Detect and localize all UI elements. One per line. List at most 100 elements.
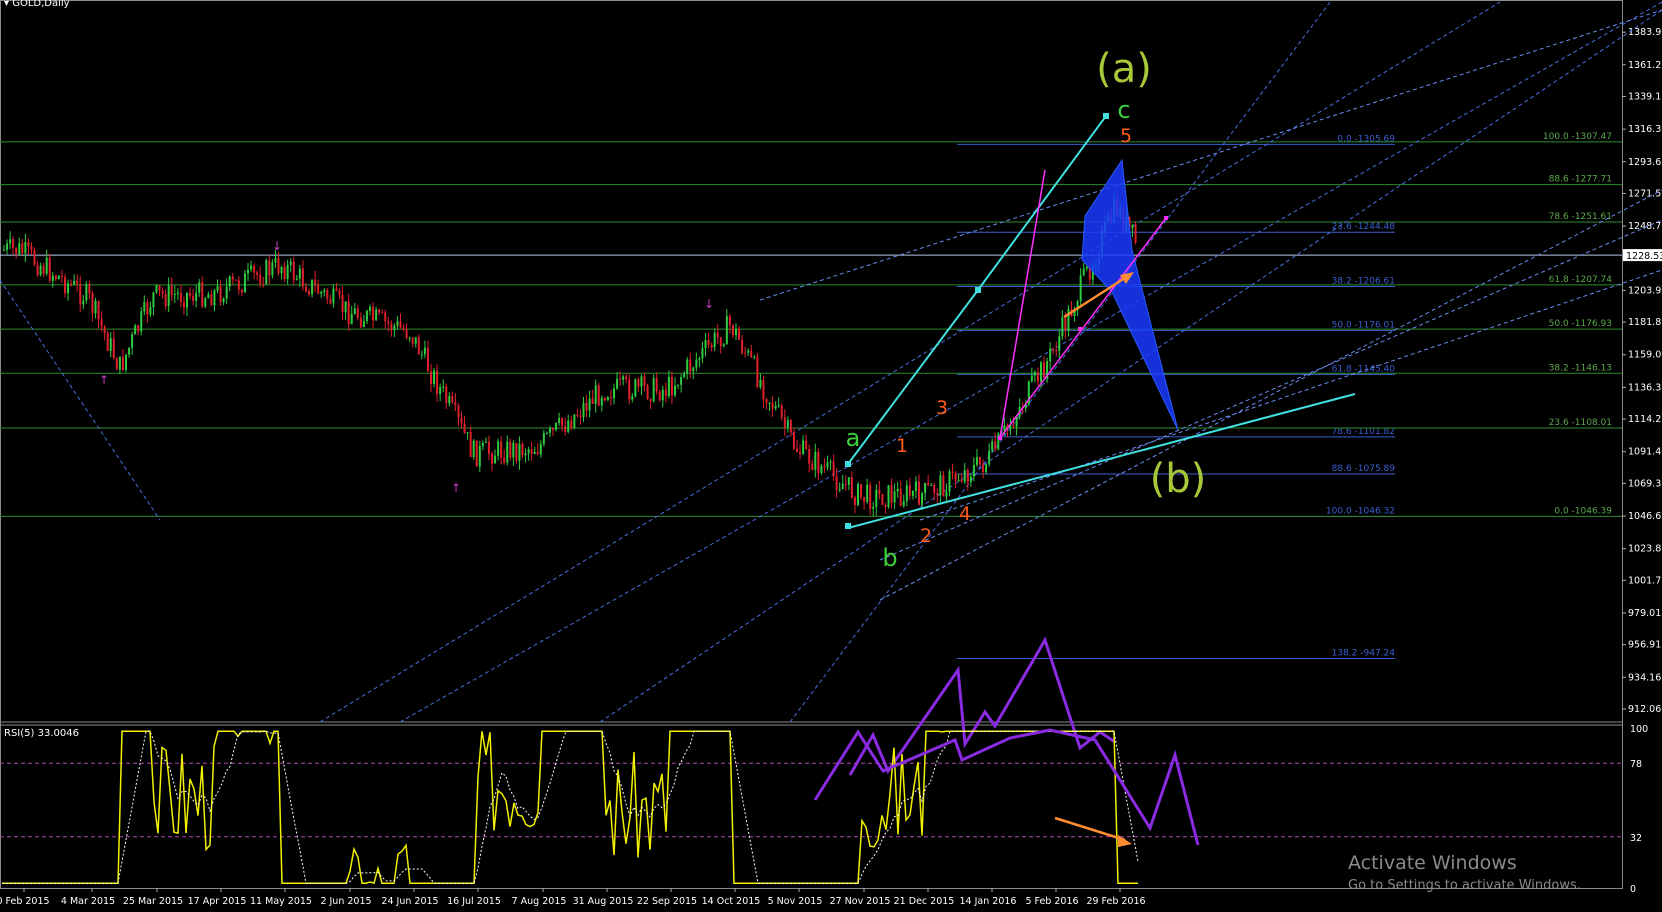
candle-body: [719, 337, 722, 347]
candle-body: [796, 448, 798, 452]
candle-body: [768, 402, 771, 404]
candle-body: [1015, 416, 1018, 427]
candle-body: [908, 485, 911, 496]
candle-body: [179, 292, 182, 303]
candle-body: [79, 283, 82, 305]
candle-body: [475, 440, 478, 467]
candle-body: [603, 397, 606, 401]
candle-body: [820, 465, 823, 474]
candle-body: [253, 265, 256, 273]
time-axis-label: 31 Aug 2015: [573, 896, 634, 907]
rsi-axis-label: 32: [1630, 833, 1642, 844]
time-axis-label: 24 Jun 2015: [381, 896, 438, 907]
price-axis-label: 912.06: [1628, 704, 1661, 715]
candle-body: [317, 284, 320, 294]
candle-body: [442, 386, 445, 388]
fractal-arrow: ↓: [704, 297, 714, 311]
candle-body: [137, 325, 140, 332]
candle-body: [509, 441, 512, 458]
candle-body: [326, 290, 329, 299]
candle-body: [619, 378, 622, 380]
candle-body: [228, 276, 231, 287]
candle-body: [170, 285, 173, 296]
candle-body: [353, 308, 356, 315]
candle-body: [692, 367, 695, 372]
candle-body: [1082, 268, 1085, 276]
price-axis-label: 1293.61: [1628, 157, 1662, 168]
candle-body: [735, 328, 737, 336]
candle-body: [271, 262, 274, 276]
candle-body: [756, 356, 759, 387]
channel-line: [879, 189, 1662, 601]
time-axis-label: 17 Apr 2015: [188, 896, 247, 907]
candle-body: [347, 301, 350, 325]
magenta-anchor: [998, 436, 1002, 440]
candle-body: [491, 453, 493, 464]
chart-svg[interactable]: 1383.96 1361.21 1339.11 1316.36 1293.61 1271.…: [0, 0, 1662, 908]
price-axis-label: 934.16: [1628, 672, 1661, 683]
chart-area[interactable]: 1383.96 1361.21 1339.11 1316.36 1293.61 1271.…: [0, 0, 1662, 908]
candle-body: [753, 356, 756, 358]
candle-body: [1064, 317, 1067, 331]
time-axis-label: 16 Jul 2015: [447, 896, 501, 907]
fractal-arrow: ↑: [451, 481, 461, 495]
candle-body: [426, 347, 429, 372]
candle-body: [613, 388, 615, 399]
candle-body: [250, 265, 253, 270]
candle-body: [979, 457, 981, 465]
candle-body: [243, 273, 246, 293]
candle-body: [341, 295, 344, 313]
candle-body: [219, 285, 222, 303]
price-axis-label: 956.91: [1628, 640, 1661, 651]
candle-body: [966, 469, 969, 482]
candle-body: [1012, 425, 1015, 427]
candle-body: [878, 489, 881, 495]
candle-body: [588, 398, 591, 411]
time-axis-label: 14 Jan 2016: [960, 896, 1017, 907]
candle-body: [985, 464, 988, 473]
candle-body: [826, 462, 829, 468]
candle-body: [677, 384, 680, 386]
candle-body: [164, 294, 167, 307]
fib-label-green: 0.0 -1046.39: [1554, 506, 1612, 516]
candle-body: [103, 326, 106, 334]
candle-body: [478, 446, 481, 467]
candle-body: [631, 396, 634, 400]
candle-body: [118, 356, 121, 370]
fib-label-green: 23.6 -1108.01: [1549, 418, 1612, 428]
candle-body: [3, 249, 5, 251]
candle-body: [533, 451, 536, 454]
candle-body: [823, 465, 826, 468]
candle-body: [106, 333, 109, 352]
price-axis-label: 1159.06: [1628, 350, 1662, 361]
candle-body: [155, 285, 158, 293]
fib-label-blue: 23.6 -1244.48: [1332, 222, 1396, 232]
candle-body: [774, 405, 777, 409]
magenta-anchor: [1164, 216, 1168, 220]
candle-body: [744, 352, 747, 354]
candle-body: [30, 246, 33, 251]
activation-watermark: Activate Windows Go to Settings to activ…: [1348, 852, 1581, 893]
candle-body: [362, 321, 365, 328]
candle-body: [835, 475, 838, 491]
candle-body: [292, 261, 295, 280]
chart-title: ▾ GOLD,Daily: [4, 0, 70, 9]
candle-body: [716, 332, 719, 338]
candle-body: [552, 428, 554, 430]
candle-body: [131, 334, 134, 348]
candle-body: [378, 309, 381, 313]
candle-body: [1033, 371, 1036, 376]
candle-body: [393, 325, 396, 331]
candle-body: [759, 380, 762, 387]
candle-body: [884, 504, 887, 508]
candle-body: [64, 277, 66, 294]
time-axis-label: 22 Sep 2015: [637, 896, 697, 907]
candle-body: [158, 285, 161, 291]
candle-body: [375, 309, 378, 321]
time-axis-label: 27 Nov 2015: [830, 896, 891, 907]
price-axis-label: 1203.91: [1628, 285, 1662, 296]
candle-body: [451, 396, 454, 402]
candle-body: [704, 340, 707, 349]
candle-body: [146, 302, 149, 315]
candle-body: [423, 347, 426, 355]
